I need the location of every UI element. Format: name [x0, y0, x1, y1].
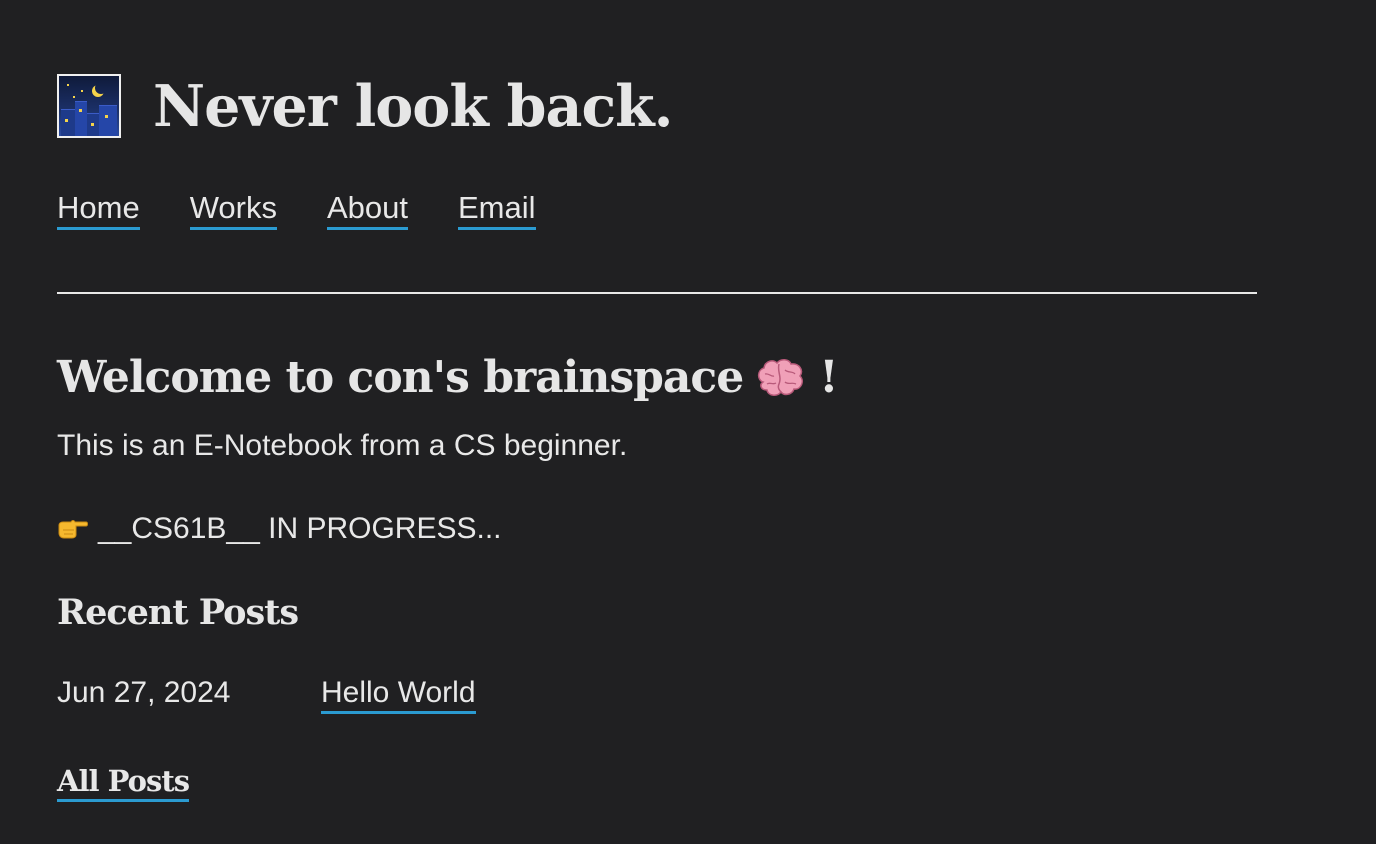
- nav-about-link[interactable]: About: [326, 190, 408, 230]
- window-shape: [65, 119, 68, 122]
- welcome-exclamation: !: [819, 352, 838, 403]
- building-shape: [75, 101, 87, 136]
- nav-email-link[interactable]: Email: [457, 190, 536, 230]
- star-shape: [81, 90, 83, 92]
- all-posts-link[interactable]: All Posts: [57, 764, 190, 802]
- building-shape: [99, 105, 117, 136]
- welcome-text: Welcome to con's brainspace: [57, 352, 744, 403]
- main-nav: Home Works About Email: [57, 190, 536, 230]
- header-divider: [57, 292, 1257, 294]
- progress-line: __CS61B__ IN PROGRESS...: [57, 512, 502, 546]
- pointing-right-icon: [57, 517, 89, 541]
- progress-text: __CS61B__ IN PROGRESS...: [98, 512, 502, 545]
- building-shape: [61, 109, 75, 136]
- post-link[interactable]: Hello World: [321, 676, 476, 714]
- moon-shape: [95, 82, 107, 94]
- post-date: Jun 27, 2024: [57, 676, 231, 709]
- welcome-heading: Welcome to con's brainspace !: [57, 352, 839, 403]
- site-title: Never look back.: [153, 72, 673, 140]
- nav-works-link[interactable]: Works: [189, 190, 277, 230]
- star-shape: [67, 84, 69, 86]
- recent-posts-heading: Recent Posts: [57, 592, 299, 633]
- list-item: Jun 27, 2024 Hello World: [57, 676, 476, 714]
- star-shape: [73, 96, 75, 98]
- site-header: Never look back.: [57, 74, 673, 138]
- intro-text: This is an E-Notebook from a CS beginner…: [57, 429, 628, 462]
- page: Never look back. Home Works About Email …: [0, 0, 1376, 844]
- window-shape: [79, 109, 82, 112]
- window-shape: [105, 115, 108, 118]
- brain-icon: [755, 356, 805, 400]
- nav-home-link[interactable]: Home: [57, 190, 140, 230]
- night-city-icon: [57, 74, 121, 138]
- window-shape: [91, 123, 94, 126]
